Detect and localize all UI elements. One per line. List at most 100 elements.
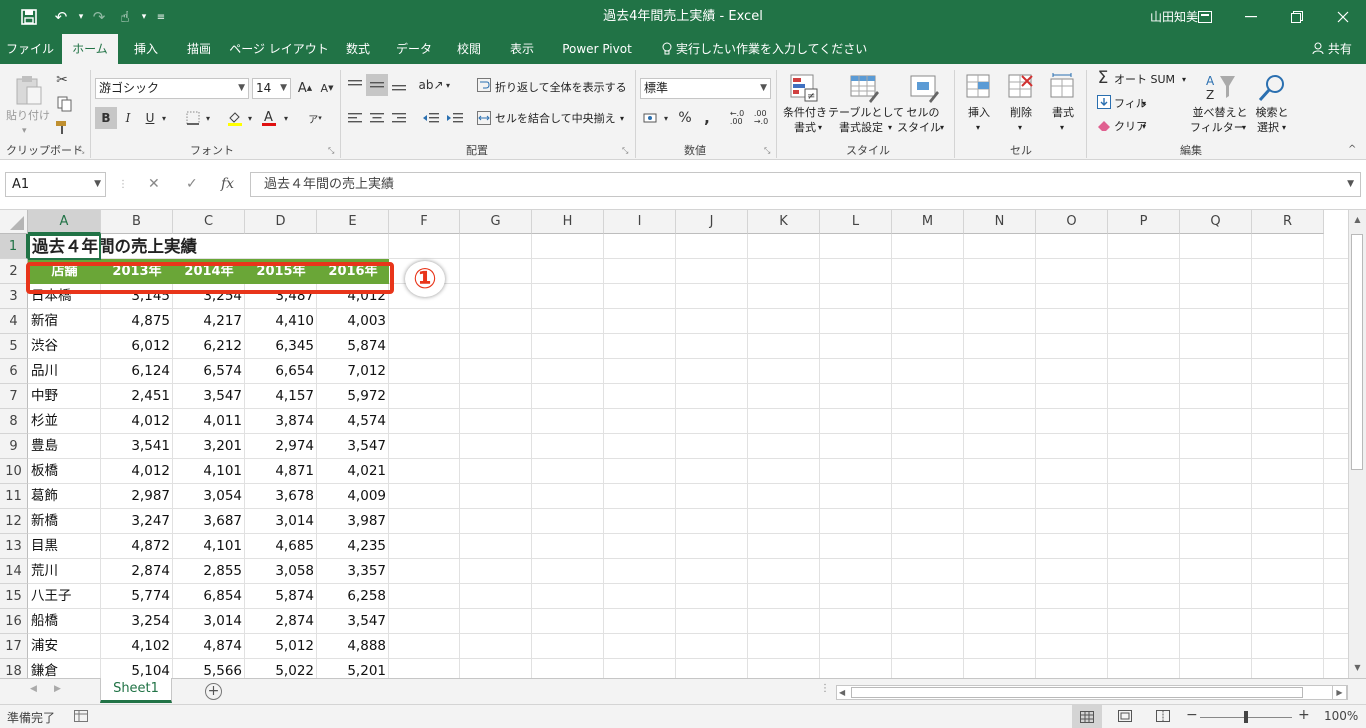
store-name-cell[interactable]: 荒川 xyxy=(28,559,101,584)
cell-styles-label-2[interactable]: スタイル xyxy=(896,121,942,135)
column-header-n[interactable]: N xyxy=(964,210,1036,234)
sales-value-cell[interactable]: 3,547 xyxy=(173,384,245,409)
row-header-4[interactable]: 4 xyxy=(0,309,28,334)
sales-value-cell[interactable]: 4,003 xyxy=(317,309,389,334)
row-header-5[interactable]: 5 xyxy=(0,334,28,359)
sales-value-cell[interactable]: 2,874 xyxy=(101,559,173,584)
tab-view[interactable]: 表示 xyxy=(498,34,546,64)
fill-color-icon[interactable] xyxy=(224,107,246,129)
store-name-cell[interactable]: 船橋 xyxy=(28,609,101,634)
sales-value-cell[interactable]: 7,012 xyxy=(317,359,389,384)
horizontal-scrollbar[interactable]: ◀ xyxy=(836,685,1348,700)
share-button[interactable]: 共有 xyxy=(1312,34,1352,64)
sales-value-cell[interactable]: 3,254 xyxy=(101,609,173,634)
sales-value-cell[interactable]: 6,574 xyxy=(173,359,245,384)
decrease-indent-icon[interactable] xyxy=(420,107,442,129)
next-sheet-icon[interactable]: ▶ xyxy=(54,684,61,694)
sales-value-cell[interactable]: 2,855 xyxy=(173,559,245,584)
row-header-17[interactable]: 17 xyxy=(0,634,28,659)
sales-value-cell[interactable]: 3,678 xyxy=(245,484,317,509)
sheet-tab-sheet1[interactable]: Sheet1 xyxy=(100,678,172,703)
select-all-corner[interactable] xyxy=(0,210,28,234)
tab-formulas[interactable]: 数式 xyxy=(334,34,382,64)
italic-button[interactable]: I xyxy=(117,107,139,129)
tell-me-search[interactable]: 実行したい作業を入力してください xyxy=(676,34,867,64)
store-name-cell[interactable]: 鎌倉 xyxy=(28,659,101,678)
sales-value-cell[interactable]: 3,547 xyxy=(317,434,389,459)
sales-value-cell[interactable]: 5,104 xyxy=(101,659,173,678)
eraser-icon[interactable] xyxy=(1096,118,1112,134)
sales-value-cell[interactable]: 4,574 xyxy=(317,409,389,434)
tab-power-pivot[interactable]: Power Pivot xyxy=(552,34,642,64)
formula-bar-handle-icon[interactable]: ⋮ xyxy=(118,172,128,197)
align-left-icon[interactable] xyxy=(344,107,366,129)
vertical-scrollbar[interactable]: ▲ ▼ xyxy=(1348,210,1366,678)
row-header-3[interactable]: 3 xyxy=(0,284,28,309)
scroll-right-icon[interactable]: ▶ xyxy=(1332,685,1347,700)
sales-value-cell[interactable]: 5,972 xyxy=(317,384,389,409)
sales-value-cell[interactable]: 3,014 xyxy=(245,509,317,534)
align-center-icon[interactable] xyxy=(366,107,388,129)
macro-record-icon[interactable] xyxy=(74,710,88,725)
delete-dropdown-icon[interactable]: ▾ xyxy=(1018,121,1022,135)
decrease-decimal-icon[interactable]: .00 →.0 xyxy=(750,107,772,129)
sales-value-cell[interactable]: 2,451 xyxy=(101,384,173,409)
sales-value-cell[interactable]: 3,014 xyxy=(173,609,245,634)
row-header-15[interactable]: 15 xyxy=(0,584,28,609)
sales-value-cell[interactable]: 4,685 xyxy=(245,534,317,559)
sales-value-cell[interactable]: 4,874 xyxy=(173,634,245,659)
find-select-icon[interactable] xyxy=(1256,72,1288,104)
grow-font-icon[interactable]: A ▲ xyxy=(294,77,316,99)
tab-split-handle-icon[interactable]: ⋮ xyxy=(820,683,830,694)
scroll-left-icon[interactable]: ◀ xyxy=(839,686,845,699)
sort-filter-icon[interactable]: AZ xyxy=(1204,72,1236,104)
sales-value-cell[interactable]: 3,987 xyxy=(317,509,389,534)
page-layout-view-icon[interactable] xyxy=(1118,710,1132,725)
border-icon[interactable] xyxy=(182,107,204,129)
font-name-combo[interactable]: 游ゴシック ▼ xyxy=(95,78,249,99)
row-header-9[interactable]: 9 xyxy=(0,434,28,459)
autosum-icon[interactable]: Σ xyxy=(1094,68,1112,88)
delete-cells-label[interactable]: 削除 xyxy=(1004,106,1038,120)
tab-review[interactable]: 校閲 xyxy=(446,34,492,64)
align-right-icon[interactable] xyxy=(388,107,410,129)
column-header-h[interactable]: H xyxy=(532,210,604,234)
column-header-c[interactable]: C xyxy=(173,210,245,234)
sales-value-cell[interactable]: 3,547 xyxy=(317,609,389,634)
sales-value-cell[interactable]: 4,871 xyxy=(245,459,317,484)
tab-page-layout[interactable]: ページ レイアウト xyxy=(228,34,330,64)
restore-icon[interactable] xyxy=(1274,0,1320,34)
add-sheet-icon[interactable]: + xyxy=(205,683,222,700)
align-middle-icon[interactable] xyxy=(366,74,388,96)
column-header-g[interactable]: G xyxy=(460,210,532,234)
sales-value-cell[interactable]: 4,875 xyxy=(101,309,173,334)
number-launcher-icon[interactable]: ⤡ xyxy=(764,146,770,156)
bold-button[interactable]: B xyxy=(95,107,117,129)
sales-value-cell[interactable]: 3,687 xyxy=(173,509,245,534)
column-header-m[interactable]: M xyxy=(892,210,964,234)
store-name-cell[interactable]: 品川 xyxy=(28,359,101,384)
sales-value-cell[interactable]: 6,258 xyxy=(317,584,389,609)
font-size-combo[interactable]: 14 ▼ xyxy=(252,78,291,99)
sales-value-cell[interactable]: 6,345 xyxy=(245,334,317,359)
sales-value-cell[interactable]: 5,774 xyxy=(101,584,173,609)
zoom-in-button[interactable]: + xyxy=(1298,707,1310,723)
sort-filter-label-2[interactable]: フィルター xyxy=(1190,121,1245,135)
enter-icon[interactable]: ✓ xyxy=(186,172,198,197)
format-as-table-label-2[interactable]: 書式設定 xyxy=(828,121,894,135)
row-header-14[interactable]: 14 xyxy=(0,559,28,584)
sales-value-cell[interactable]: 2,874 xyxy=(245,609,317,634)
sales-value-cell[interactable]: 4,888 xyxy=(317,634,389,659)
fill-color-dropdown-icon[interactable]: ▾ xyxy=(244,107,256,129)
find-dropdown-icon[interactable]: ▾ xyxy=(1282,121,1286,135)
format-as-table-label-1[interactable]: テーブルとして xyxy=(828,106,904,120)
delete-cells-icon[interactable] xyxy=(1006,72,1036,102)
shrink-font-icon[interactable]: A ▼ xyxy=(316,77,338,99)
merge-dropdown-icon[interactable]: ▾ xyxy=(620,112,624,126)
row-header-12[interactable]: 12 xyxy=(0,509,28,534)
normal-view-icon[interactable] xyxy=(1072,705,1102,728)
row-header-16[interactable]: 16 xyxy=(0,609,28,634)
store-name-cell[interactable]: 新宿 xyxy=(28,309,101,334)
conditional-dropdown-icon[interactable]: ▾ xyxy=(818,121,822,135)
store-name-cell[interactable]: 八王子 xyxy=(28,584,101,609)
